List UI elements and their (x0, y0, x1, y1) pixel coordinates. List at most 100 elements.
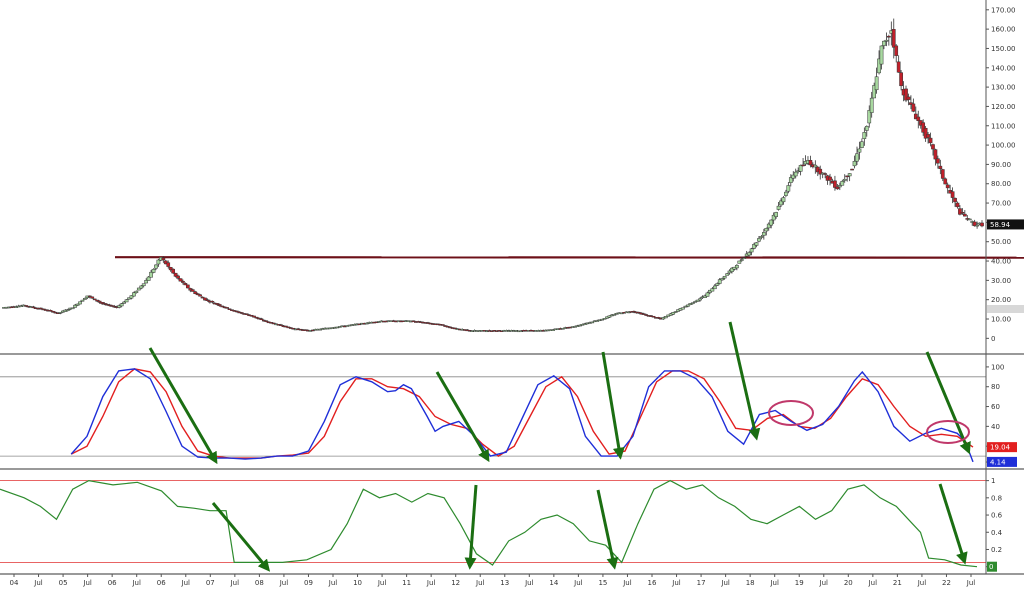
candle-body (205, 299, 210, 302)
candle-body (154, 264, 158, 269)
time-tick-label: Jul (524, 579, 534, 587)
time-tick-label: 11 (402, 579, 411, 587)
candle-body (823, 173, 827, 175)
candle-body (933, 149, 938, 160)
osc-tick-label: 1 (991, 477, 995, 485)
candle-body (198, 294, 202, 297)
candle-body (943, 178, 948, 185)
price-tick-label: 50.00 (991, 238, 1011, 246)
time-tick-label: Jul (966, 579, 976, 587)
time-tick-label: 06 (157, 579, 166, 587)
candle-body (124, 299, 129, 303)
time-tick-label: Jul (475, 579, 485, 587)
candle-body (90, 296, 95, 299)
time-tick-label: 05 (59, 579, 68, 587)
candle-body (749, 248, 754, 253)
candle-body (217, 304, 222, 307)
candle-body (65, 309, 70, 311)
osc-last-label: 0 (989, 563, 993, 571)
candle-body (953, 197, 957, 203)
candle-body (92, 298, 97, 301)
candle-body (742, 257, 747, 259)
price-tick-label: 170.00 (991, 6, 1016, 14)
osc-tick-label: 0.4 (991, 529, 1003, 537)
stoch-last-label: 19.04 (990, 444, 1011, 452)
candle-body (139, 285, 144, 289)
candle-body (185, 284, 190, 289)
candle-body (739, 259, 744, 261)
candle-body (864, 126, 869, 131)
candle-body (828, 176, 832, 181)
axis-scroll-marker (987, 305, 1024, 313)
candle-body (962, 213, 967, 217)
candle-body (938, 165, 943, 169)
candle-body (146, 276, 151, 281)
candle-body (735, 265, 739, 269)
candle-body (940, 169, 945, 179)
candle-body (181, 280, 185, 283)
candle-body (725, 273, 729, 276)
candle-body (259, 318, 264, 321)
candle-body (847, 173, 852, 177)
time-tick-label: 22 (942, 579, 951, 587)
candle-body (813, 164, 818, 168)
candle-body (705, 292, 710, 297)
candle-body (134, 290, 139, 294)
candle-body (83, 298, 87, 300)
candle-body (149, 271, 153, 278)
candle-body (686, 304, 690, 307)
time-tick-label: Jul (181, 579, 191, 587)
candle-body (931, 144, 935, 150)
candle-body (70, 307, 75, 310)
candle-body (244, 313, 249, 315)
candle-body (887, 35, 891, 38)
candle-body (945, 184, 950, 189)
time-tick-label: 13 (500, 579, 509, 587)
price-tick-label: 80.00 (991, 180, 1011, 188)
candle-body (651, 315, 656, 318)
candle-body (911, 103, 916, 112)
candle-body (857, 148, 862, 153)
candle-body (808, 160, 813, 166)
candle-body (590, 321, 595, 324)
time-tick-label: 21 (893, 579, 902, 587)
time-tick-label: Jul (720, 579, 730, 587)
stoch-last-label: 4.14 (990, 458, 1006, 466)
resistance-line (114, 256, 1024, 259)
candle-body (833, 180, 837, 188)
time-tick-label: Jul (917, 579, 927, 587)
time-tick-label: Jul (131, 579, 141, 587)
osc-tick-label: 0.8 (991, 494, 1002, 502)
candle-body (210, 300, 215, 303)
stoch-tick-label: 80 (991, 383, 1000, 391)
stoch-tick-label: 40 (991, 423, 1000, 431)
candle-body (754, 242, 759, 246)
price-tick-label: 120.00 (991, 103, 1016, 111)
candle-body (936, 158, 940, 164)
price-tick-label: 160.00 (991, 26, 1016, 34)
candle-body (842, 178, 847, 181)
candle-body (894, 45, 899, 56)
price-tick-label: 0 (991, 335, 995, 343)
price-tick-label: 140.00 (991, 64, 1016, 72)
time-tick-label: 04 (10, 579, 19, 587)
time-tick-label: 14 (549, 579, 558, 587)
candle-body (190, 289, 195, 292)
time-tick-label: Jul (33, 579, 43, 587)
chart: 010.0020.0030.0040.0050.0060.0070.0080.0… (0, 0, 1024, 589)
candle-body (161, 257, 166, 261)
candle-body (896, 61, 901, 73)
time-tick-label: 17 (697, 579, 706, 587)
candle-body (860, 141, 864, 148)
time-tick-label: Jul (819, 579, 829, 587)
price-tick-label: 10.00 (991, 316, 1011, 324)
candle-body (928, 137, 933, 144)
candle-body (837, 185, 842, 188)
candle-body (950, 191, 955, 198)
candle-body (681, 307, 685, 310)
time-tick-label: Jul (622, 579, 632, 587)
candle-body (720, 278, 725, 281)
candle-body (715, 283, 720, 286)
candle-body (774, 212, 778, 217)
time-tick-label: Jul (279, 579, 289, 587)
